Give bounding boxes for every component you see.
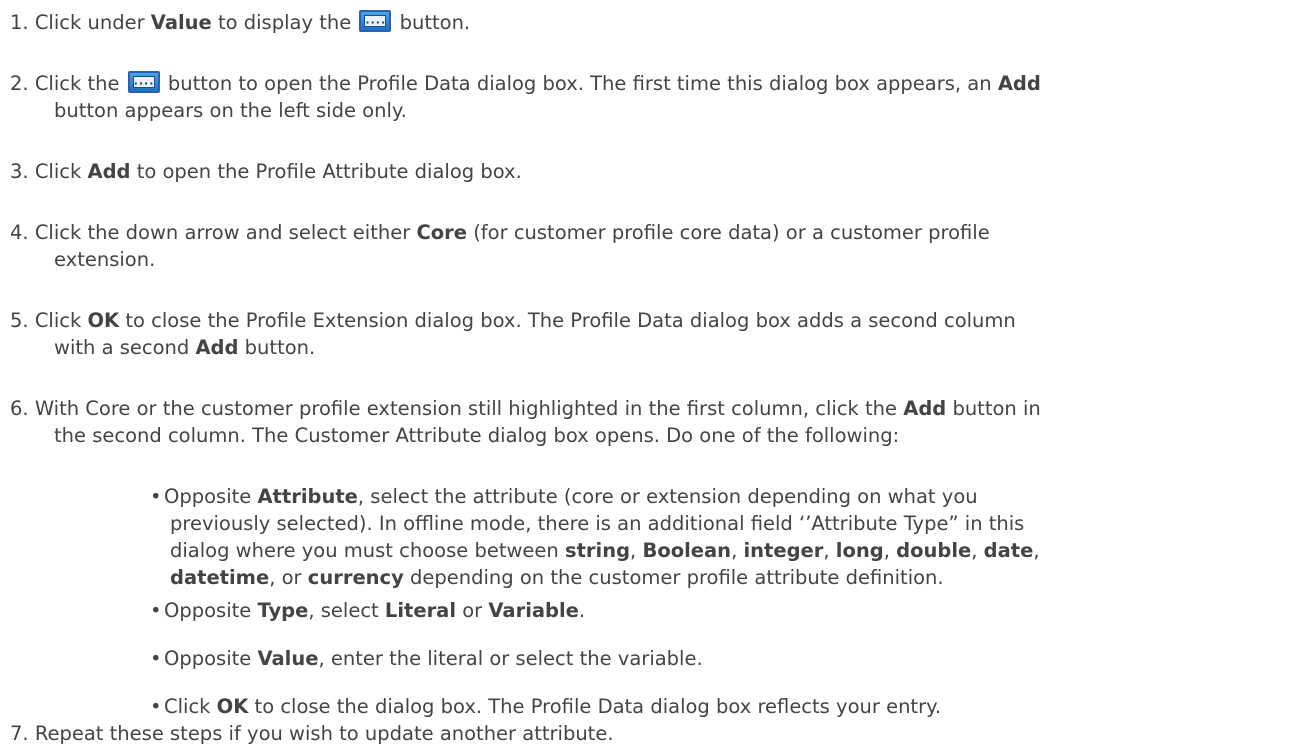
step-number: 2. xyxy=(10,72,29,95)
step-number: 6. xyxy=(10,397,29,420)
core-term: Core xyxy=(416,221,467,244)
add-term: Add xyxy=(195,336,239,359)
ok-term: OK xyxy=(87,309,120,332)
step-4: 4. Click the down arrow and select eithe… xyxy=(10,221,990,271)
add-term: Add xyxy=(87,160,131,183)
add-term: Add xyxy=(903,397,947,420)
add-term: Add xyxy=(997,72,1041,95)
bullet-icon: • xyxy=(150,647,162,670)
step-6: 6. With Core or the customer profile ext… xyxy=(10,397,1041,447)
ellipsis-button-icon: ···· xyxy=(127,71,160,93)
step-number: 1. xyxy=(10,11,29,34)
step-number: 7. xyxy=(10,722,29,745)
value-term: Value xyxy=(150,11,212,34)
bullet-value: • Opposite Value, enter the literal or s… xyxy=(150,647,703,670)
bullet-ok: • Click OK to close the dialog box. The … xyxy=(150,695,942,718)
step-5: 5. Click OK to close the Profile Extensi… xyxy=(10,309,1016,359)
step-number: 4. xyxy=(10,221,29,244)
bullet-attribute: • Opposite Attribute, select the attribu… xyxy=(150,485,1040,589)
step-number: 3. xyxy=(10,160,29,183)
ellipsis-button-icon: ···· xyxy=(359,10,392,32)
instructions-document: 1. Click under Value to display the ····… xyxy=(0,0,1315,747)
step-2: 2. Click the ···· button to open the Pro… xyxy=(10,71,1041,122)
bullet-icon: • xyxy=(150,485,162,508)
bullet-type: • Opposite Type, select Literal or Varia… xyxy=(150,599,586,622)
step-number: 5. xyxy=(10,309,29,332)
step-3: 3. Click Add to open the Profile Attribu… xyxy=(10,160,522,183)
bullet-icon: • xyxy=(150,599,162,622)
step-1: 1. Click under Value to display the ····… xyxy=(10,10,471,34)
bullet-icon: • xyxy=(150,695,162,718)
step-7: 7. Repeat these steps if you wish to upd… xyxy=(10,722,614,745)
